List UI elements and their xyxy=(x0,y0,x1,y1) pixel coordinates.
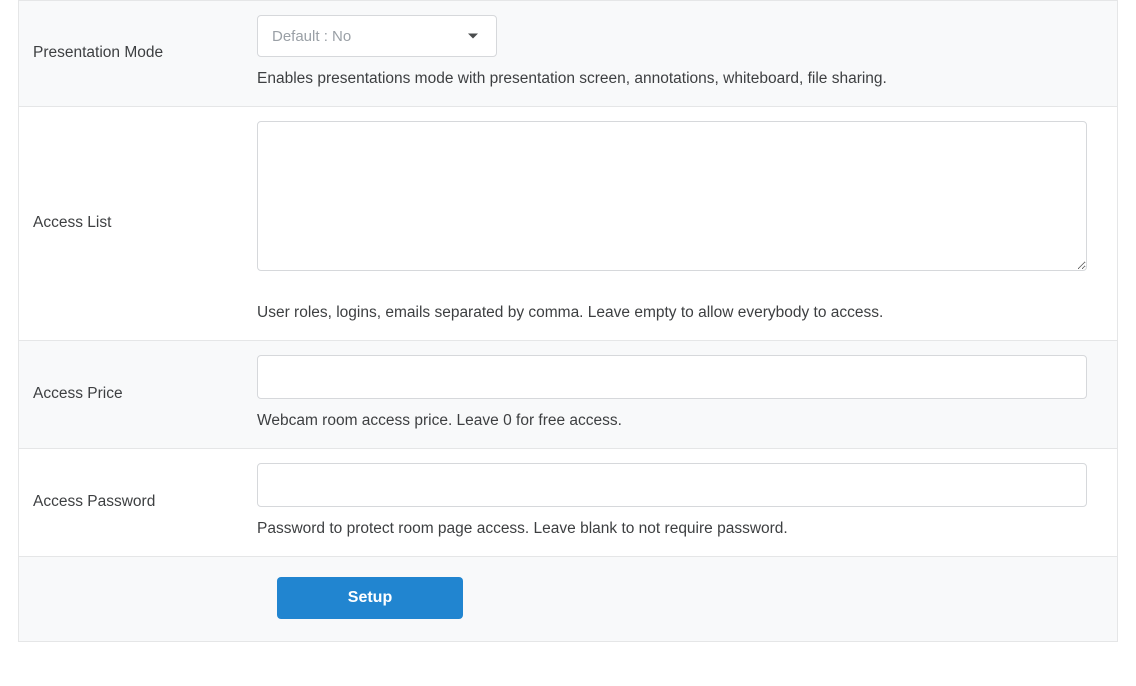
row-presentation-mode: Presentation Mode Default : No Enables p… xyxy=(19,0,1117,106)
presentation-mode-selected: Default : No xyxy=(272,28,351,45)
setup-button[interactable]: Setup xyxy=(277,577,463,619)
settings-form: Presentation Mode Default : No Enables p… xyxy=(18,0,1118,642)
desc-presentation-mode: Enables presentations mode with presenta… xyxy=(257,69,1103,90)
desc-access-password: Password to protect room page access. Le… xyxy=(257,519,1103,540)
desc-access-price: Webcam room access price. Leave 0 for fr… xyxy=(257,411,1103,432)
presentation-mode-select[interactable]: Default : No xyxy=(257,15,497,57)
row-submit: Setup xyxy=(19,556,1117,641)
desc-access-list: User roles, logins, emails separated by … xyxy=(257,303,1103,324)
row-access-list: Access List User roles, logins, emails s… xyxy=(19,106,1117,340)
access-list-textarea[interactable] xyxy=(257,121,1087,271)
chevron-down-icon xyxy=(468,34,478,39)
label-access-price: Access Price xyxy=(33,385,123,403)
access-price-input[interactable] xyxy=(257,355,1087,399)
access-password-input[interactable] xyxy=(257,463,1087,507)
row-access-password: Access Password Password to protect room… xyxy=(19,448,1117,556)
label-access-list: Access List xyxy=(33,214,111,231)
label-access-list-highlight: Access List xyxy=(33,214,111,232)
label-access-password: Access Password xyxy=(33,493,155,511)
row-access-price: Access Price Webcam room access price. L… xyxy=(19,340,1117,448)
label-presentation-mode: Presentation Mode xyxy=(33,44,163,62)
